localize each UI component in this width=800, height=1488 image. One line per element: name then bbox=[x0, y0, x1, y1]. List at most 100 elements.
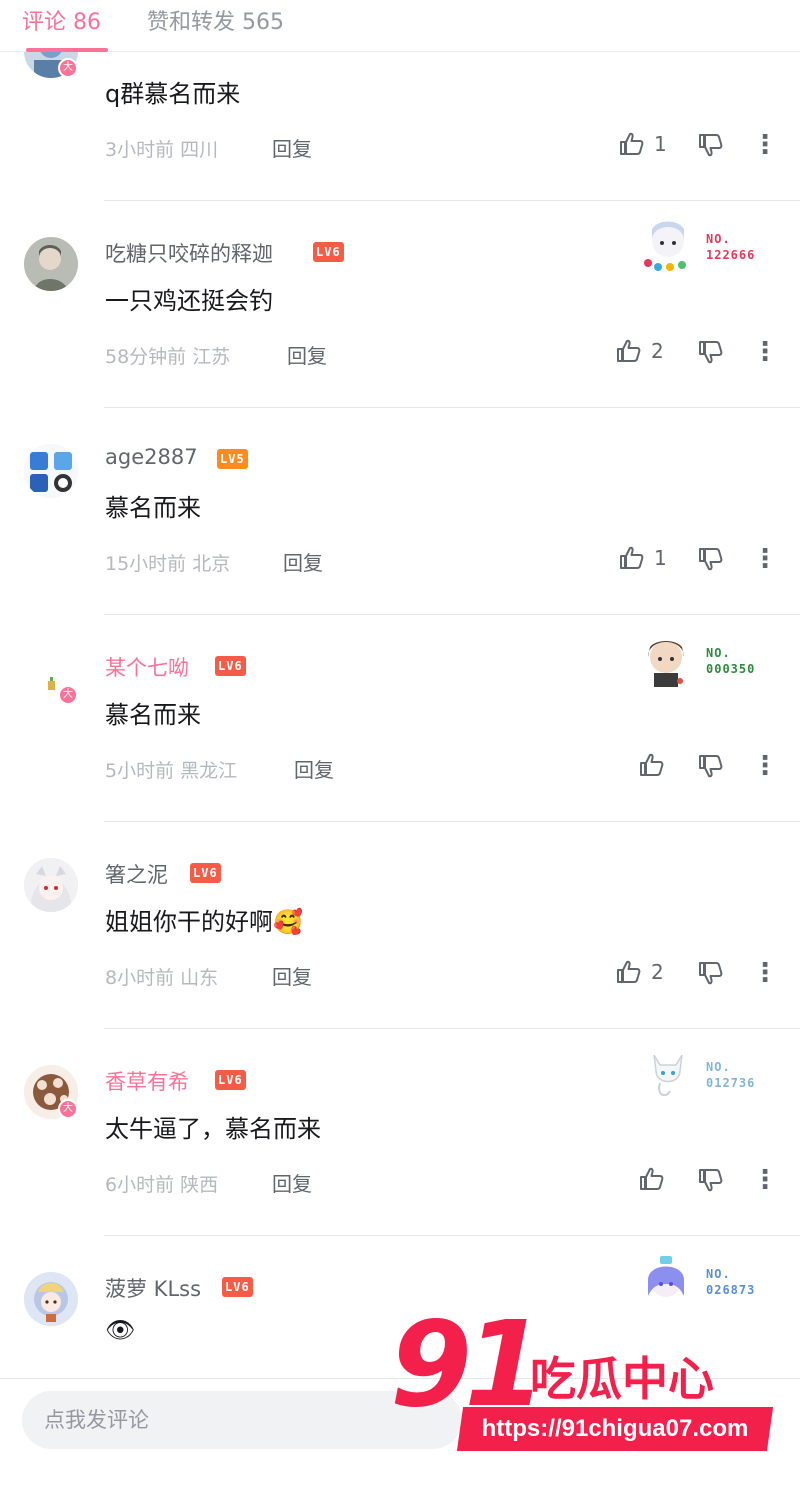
reply-button[interactable]: 回复 bbox=[272, 961, 312, 990]
fan-medal: NO. 000350 bbox=[636, 631, 776, 689]
fan-number-value: 012736 bbox=[706, 1076, 756, 1090]
comment-time: 8小时前 bbox=[105, 967, 175, 989]
comment-item: age2887 LV5 慕名而来 15小时前 北京 回复 1 ⋮ bbox=[0, 408, 800, 615]
fan-number: NO. 000350 bbox=[706, 645, 755, 677]
like-count: 2 bbox=[651, 339, 664, 363]
comment-region: 陕西 bbox=[180, 1174, 219, 1196]
fan-number: NO. 012736 bbox=[706, 1059, 755, 1091]
level-badge: LV5 bbox=[217, 449, 248, 469]
fan-number-value: 000350 bbox=[706, 662, 756, 676]
comment-meta: 15小时前 北京 bbox=[105, 549, 230, 576]
dislike-button[interactable] bbox=[697, 752, 725, 780]
fan-number-label: NO. bbox=[706, 232, 731, 246]
like-button[interactable]: 1 bbox=[618, 543, 667, 573]
thumbs-up-icon bbox=[617, 960, 641, 983]
fan-character-icon bbox=[653, 1054, 683, 1097]
comment-item: 箸之泥 LV6 姐姐你干的好啊🥰 8小时前 山东 回复 2 ⋮ bbox=[0, 822, 800, 1029]
reply-button[interactable]: 回复 bbox=[272, 133, 312, 162]
avatar[interactable] bbox=[24, 237, 78, 291]
fan-number-label: NO. bbox=[706, 1060, 731, 1074]
comment-content: q群慕名而来 bbox=[105, 80, 241, 108]
thumbs-down-icon bbox=[699, 548, 723, 571]
like-button[interactable] bbox=[638, 1164, 674, 1194]
watermark-text: 吃瓜中心 bbox=[530, 1352, 714, 1406]
eye-emoji-icon: 👁 bbox=[105, 1316, 136, 1344]
watermark-url: https://91chigua07.com bbox=[481, 1415, 749, 1442]
like-button[interactable]: 1 bbox=[618, 129, 667, 159]
dislike-button[interactable] bbox=[697, 959, 725, 987]
thumbs-up-icon bbox=[640, 1167, 664, 1190]
comment-content: 太牛逼了，慕名而来 bbox=[105, 1115, 321, 1143]
fan-character-icon bbox=[648, 1256, 684, 1297]
comment-meta: 5小时前 黑龙江 bbox=[105, 756, 237, 783]
active-tab-indicator bbox=[26, 48, 108, 52]
level-badge: LV6 bbox=[190, 863, 221, 883]
watermark-logo: 91 吃瓜中心 https://91chigua07.com bbox=[390, 1305, 790, 1465]
more-options-icon[interactable]: ⋮ bbox=[752, 542, 778, 576]
comment-region: 江苏 bbox=[192, 346, 231, 368]
more-options-icon[interactable]: ⋮ bbox=[752, 128, 778, 162]
comment-region: 山东 bbox=[180, 967, 219, 989]
comment-time: 6小时前 bbox=[105, 1174, 175, 1196]
username[interactable]: 某个七呦 bbox=[105, 652, 189, 682]
like-button[interactable]: 2 bbox=[615, 336, 664, 366]
fan-character-icon bbox=[648, 641, 684, 687]
dislike-button[interactable] bbox=[697, 545, 725, 573]
hug-emoji-icon: 🥰 bbox=[273, 908, 303, 936]
thumbs-up-icon bbox=[640, 753, 664, 776]
more-options-icon[interactable]: ⋮ bbox=[752, 749, 778, 783]
comment-time: 3小时前 bbox=[105, 139, 175, 161]
comment-meta: 58分钟前 江苏 bbox=[105, 342, 230, 369]
comment-content: 姐姐你干的好啊🥰 bbox=[105, 902, 303, 937]
level-badge: LV6 bbox=[215, 656, 246, 676]
dislike-button[interactable] bbox=[697, 338, 725, 366]
comment-meta: 3小时前 四川 bbox=[105, 135, 218, 162]
reply-button[interactable]: 回复 bbox=[272, 1168, 312, 1197]
watermark-number: 91 bbox=[390, 1295, 546, 1433]
avatar[interactable] bbox=[24, 1272, 78, 1326]
fan-medal: NO. 012736 bbox=[636, 1045, 776, 1103]
vip-badge: 大 bbox=[58, 58, 78, 78]
comment-item: 大 某个七呦 LV6 NO. 000350 慕名而来 5小时前 黑龙江 回复 ⋮ bbox=[0, 615, 800, 822]
comment-content: 慕名而来 bbox=[105, 494, 201, 522]
thumbs-up-icon bbox=[620, 546, 644, 569]
thumbs-up-icon bbox=[620, 132, 644, 155]
thumbs-down-icon bbox=[699, 962, 723, 985]
more-options-icon[interactable]: ⋮ bbox=[752, 335, 778, 369]
more-options-icon[interactable]: ⋮ bbox=[752, 956, 778, 990]
username[interactable]: 菠萝 KLss bbox=[105, 1273, 201, 1303]
dislike-button[interactable] bbox=[697, 1166, 725, 1194]
avatar[interactable] bbox=[24, 444, 78, 498]
fan-medal: NO. 122666 bbox=[636, 217, 776, 275]
comment-time: 5小时前 bbox=[105, 760, 175, 782]
reply-button[interactable]: 回复 bbox=[294, 754, 334, 783]
username[interactable]: age2887 bbox=[105, 445, 198, 469]
vip-badge: 大 bbox=[58, 1099, 78, 1119]
more-options-icon[interactable]: ⋮ bbox=[752, 1163, 778, 1197]
reply-button[interactable]: 回复 bbox=[287, 340, 327, 369]
like-count: 1 bbox=[654, 546, 667, 570]
tab-likes-reposts[interactable]: 赞和转发 565 bbox=[147, 4, 284, 36]
dislike-button[interactable] bbox=[697, 131, 725, 159]
username[interactable]: 箸之泥 bbox=[105, 859, 168, 889]
avatar[interactable] bbox=[24, 858, 78, 912]
fan-number-value: 026873 bbox=[706, 1283, 756, 1297]
comment-time: 15小时前 bbox=[105, 553, 187, 575]
comment-content: 一只鸡还挺会钓 bbox=[105, 287, 273, 315]
comment-time: 58分钟前 bbox=[105, 346, 187, 368]
username[interactable]: 香草有希 bbox=[105, 1066, 189, 1096]
fan-number-value: 122666 bbox=[706, 248, 756, 262]
comment-item: 吃糖只咬碎的释迦 LV6 NO. 122666 一只鸡还挺会钓 58分钟前 江苏 … bbox=[0, 201, 800, 408]
level-badge: LV6 bbox=[215, 1070, 246, 1090]
thumbs-down-icon bbox=[699, 341, 723, 364]
like-button[interactable] bbox=[638, 750, 674, 780]
fan-medal: NO. 026873 bbox=[636, 1252, 776, 1310]
username[interactable]: 吃糖只咬碎的释迦 bbox=[105, 238, 273, 268]
level-badge: LV6 bbox=[222, 1277, 253, 1297]
tab-comments[interactable]: 评论 86 bbox=[22, 4, 101, 36]
comment-content: 慕名而来 bbox=[105, 701, 201, 729]
like-button[interactable]: 2 bbox=[615, 957, 664, 987]
like-count: 2 bbox=[651, 960, 664, 984]
reply-button[interactable]: 回复 bbox=[283, 547, 323, 576]
comment-region: 四川 bbox=[180, 139, 219, 161]
